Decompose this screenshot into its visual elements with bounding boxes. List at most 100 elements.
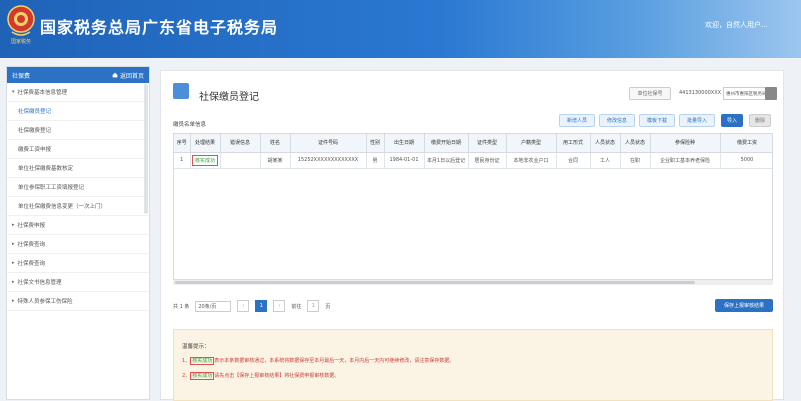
sidebar-item[interactable]: 缴费工资申报 <box>7 140 149 159</box>
tip-text: 请先点击【保存上报审核结果】将社保费申报审核数据。 <box>214 373 340 379</box>
total-count: 共 1 条 <box>173 303 190 310</box>
list-label: 缴员名单信息 <box>173 122 207 128</box>
sidebar-header: 社保费 返回首页 <box>7 67 149 83</box>
import-button[interactable]: 导入 <box>721 114 743 127</box>
table-cell: 本月1日以后登记 <box>424 152 469 169</box>
page-size-select[interactable]: 20条/页 <box>195 300 232 312</box>
sidebar-item[interactable]: ▸ 社保文书信息管理 <box>7 273 149 292</box>
staff-table: 序号 处理结果 错误信息 姓名 证件号码 性别 出生日期 缴费开始日期 证件类型 户籍类型 用工形式… <box>173 133 773 285</box>
sidebar-item-label: 特殊人员参保工伤保险 <box>17 299 73 305</box>
table-cell: 核实成功 <box>190 152 221 169</box>
save-report-button[interactable]: 保存上报审核结果 <box>715 299 773 312</box>
table-cell: 在职 <box>620 152 651 169</box>
delete-button[interactable]: 删除 <box>749 114 771 127</box>
column-header: 证件类型 <box>468 134 507 153</box>
column-header: 人员状态 <box>590 134 621 153</box>
person-card-icon <box>173 83 189 99</box>
sidebar-item-label: 缴费工资申报 <box>18 147 52 153</box>
sidebar-scrollbar[interactable] <box>144 84 148 214</box>
sidebar-item[interactable]: ▸ 社保费查询 <box>7 254 149 273</box>
sidebar-item[interactable]: 社保缴费登记 <box>7 121 149 140</box>
sidebar-item[interactable]: 社保缴员登记 <box>7 102 149 121</box>
table-header-row: 序号 处理结果 错误信息 姓名 证件号码 性别 出生日期 缴费开始日期 证件类型 户籍类型 用工形式… <box>174 134 772 153</box>
column-header: 性别 <box>366 134 385 153</box>
prev-page-button[interactable]: ‹ <box>237 300 250 312</box>
result-link[interactable]: 核实成功 <box>191 154 218 166</box>
tip-text: 表示本条数据审核通过，本系统将数据保存至本月最后一天，本月内后一天内可继续修改，… <box>214 358 455 364</box>
column-header: 人员状态 <box>620 134 651 153</box>
table-cell: 1984-01-01 <box>384 152 425 169</box>
table-cell: 工人 <box>590 152 621 169</box>
scrollbar-thumb[interactable] <box>175 281 695 284</box>
sidebar-item[interactable]: 单位社保缴费基数核定 <box>7 159 149 178</box>
tip-number: 1、 <box>182 358 191 364</box>
sidebar-item-label: 社保费申报 <box>17 223 46 229</box>
table-cell: 企业职工基本养老保险 <box>650 152 721 169</box>
caret-icon: ▸ <box>12 298 15 304</box>
tip-number: 2、 <box>182 373 191 379</box>
table-cell: 5000 <box>720 152 772 169</box>
sidebar-item-label: 社保费查询 <box>17 242 46 248</box>
pagination: 共 1 条 20条/页 ‹ 1 › 前往 1 页 <box>173 299 330 313</box>
sidebar-item-label: 社保费基本信息管理 <box>17 90 68 96</box>
caret-icon: ▾ <box>12 89 15 95</box>
user-welcome[interactable]: 欢迎，自然人用户... <box>705 20 768 30</box>
sidebar-item[interactable]: ▸ 特殊人员参保工伤保险 <box>7 292 149 311</box>
goto-label: 前往 <box>291 303 302 310</box>
home-icon <box>112 72 118 78</box>
back-home-link[interactable]: 返回首页 <box>112 71 144 80</box>
tax-office-dropdown-button[interactable] <box>765 87 777 100</box>
sidebar-item-label: 单位社保缴费信息变更（一次上门） <box>18 204 107 210</box>
back-home-label: 返回首页 <box>119 72 144 80</box>
column-header: 缴费工资 <box>720 134 772 153</box>
page-title: 社保缴员登记 <box>199 92 259 103</box>
table-cell: 居民身份证 <box>468 152 507 169</box>
column-header: 处理结果 <box>190 134 221 153</box>
column-header: 出生日期 <box>384 134 425 153</box>
main-panel: 社保缴员登记 单位社保号 4413130000XXX 惠州市惠阳区税务局第一..… <box>160 70 784 401</box>
sidebar-item[interactable]: ▸ 社保费查询 <box>7 235 149 254</box>
tip-highlight: 核实成功 <box>190 357 215 365</box>
top-header: 国家税务 国家税务总局广东省电子税务局 欢迎，自然人用户... <box>0 0 801 58</box>
column-header: 户籍类型 <box>506 134 557 153</box>
add-person-button[interactable]: 新增人员 <box>559 114 595 127</box>
sidebar-title: 社保费 <box>12 72 31 80</box>
sidebar-item-label: 社保缴费登记 <box>18 128 52 134</box>
table-horizontal-scrollbar[interactable] <box>173 279 773 285</box>
tips-title: 温馨提示： <box>182 344 210 350</box>
table-cell: 1 <box>174 152 191 169</box>
sidebar-item-label: 社保费查询 <box>17 261 46 267</box>
sidebar-item[interactable]: 单位参保职工工资填报登记 <box>7 178 149 197</box>
unit-id-label: 单位社保号 <box>629 87 671 100</box>
sidebar-item-label: 社保文书信息管理 <box>17 280 62 286</box>
table-row[interactable]: 1 核实成功 胡某某 15252XXXXXXXXXXXXX 男 1984-01-01 本月1… <box>174 152 772 169</box>
sidebar-item[interactable]: 单位社保缴费信息变更（一次上门） <box>7 197 149 216</box>
sidebar-item-label: 社保缴员登记 <box>18 109 52 115</box>
caret-icon: ▸ <box>12 222 15 228</box>
goto-unit: 页 <box>325 303 331 310</box>
batch-import-button[interactable]: 批量导入 <box>679 114 715 127</box>
sidebar-menu: ▾ 社保费基本信息管理 社保缴员登记 社保缴费登记 缴费工资申报 单位社保缴费基数核定 单位… <box>7 83 149 311</box>
column-header: 姓名 <box>260 134 291 153</box>
template-download-button[interactable]: 模板下载 <box>639 114 675 127</box>
caret-icon: ▸ <box>12 260 15 266</box>
sidebar-item[interactable]: ▾ 社保费基本信息管理 <box>7 83 149 102</box>
tip-line: 1、 核实成功 表示本条数据审核通过，本系统将数据保存至本月最后一天，本月内后一天内… <box>182 357 764 365</box>
sidebar-item-label: 单位社保缴费基数核定 <box>18 166 74 172</box>
next-page-button[interactable]: › <box>273 300 286 312</box>
tips-box: 温馨提示： 1、 核实成功 表示本条数据审核通过，本系统将数据保存至本月最后一天，本… <box>173 329 773 401</box>
sidebar-item-label: 单位参保职工工资填报登记 <box>18 185 85 191</box>
goto-page-input[interactable]: 1 <box>307 300 320 312</box>
table-cell: 男 <box>366 152 385 169</box>
sidebar-item[interactable]: ▸ 社保费申报 <box>7 216 149 235</box>
table-cell <box>220 152 261 169</box>
table-cell: 胡某某 <box>260 152 291 169</box>
column-header: 序号 <box>174 134 191 153</box>
column-header: 缴费开始日期 <box>424 134 469 153</box>
table-cell: 本地非农业户口 <box>506 152 557 169</box>
modify-info-button[interactable]: 修改信息 <box>599 114 635 127</box>
column-header: 证件号码 <box>290 134 367 153</box>
page-number-current[interactable]: 1 <box>255 300 268 312</box>
tip-highlight: 核实成功 <box>190 372 215 380</box>
tip-line: 2、 核实成功 请先点击【保存上报审核结果】将社保费申报审核数据。 <box>182 372 764 380</box>
